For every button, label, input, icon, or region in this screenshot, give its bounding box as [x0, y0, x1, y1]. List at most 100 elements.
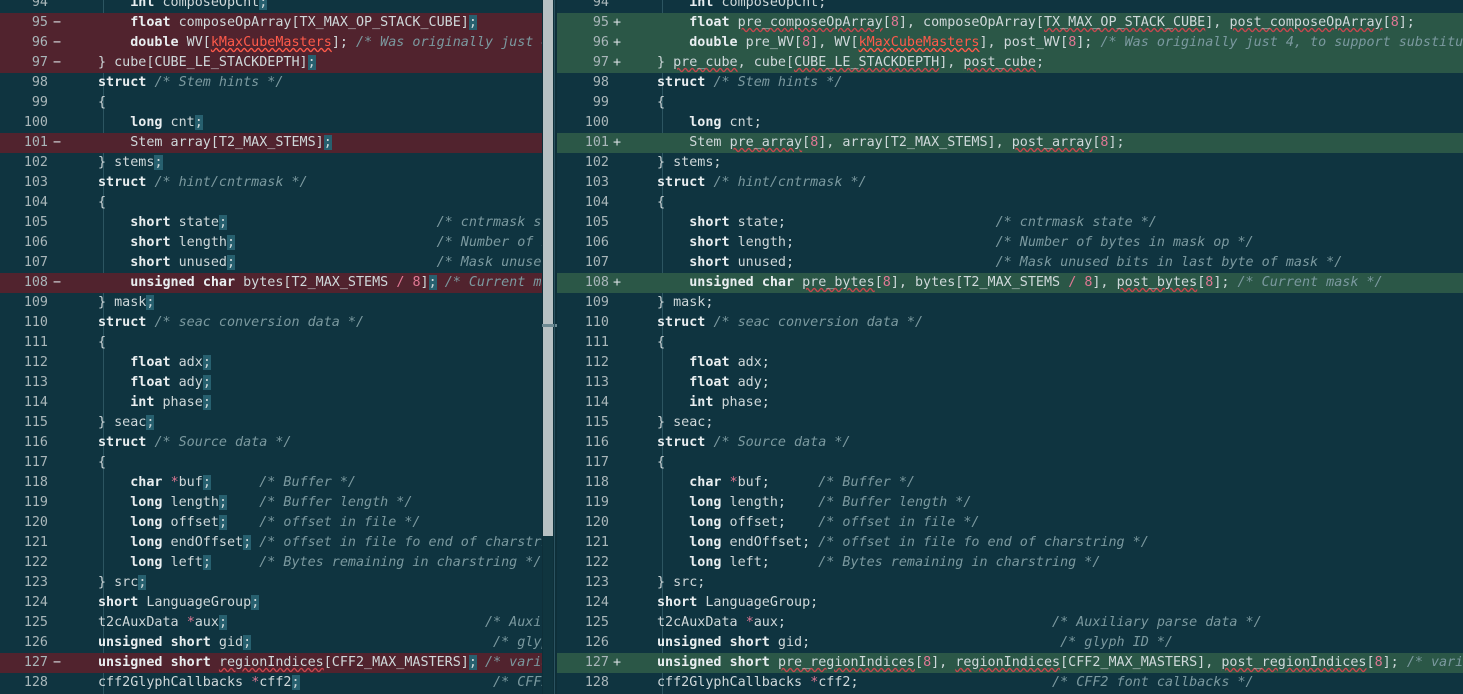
code-line[interactable]: 128 cff2GlyphCallbacks *cff2; /* CFF2 fon… [557, 673, 1463, 693]
code-text: { [657, 193, 665, 213]
code-line[interactable]: 98 struct /* Stem hints */ [557, 73, 1463, 93]
code-line[interactable]: 96 + double pre_WV[8], WV[kMaxCubeMasters… [557, 33, 1463, 53]
code-text: short LanguageGroup; [98, 593, 260, 613]
code-line[interactable]: 100 long cnt; [0, 113, 542, 133]
code-line[interactable]: 104 { [0, 193, 542, 213]
code-line[interactable]: 108 + unsigned char pre_bytes[8], bytes[T… [557, 273, 1463, 293]
code-line[interactable]: 121 long endOffset; /* offset in file fo… [0, 533, 542, 553]
code-line[interactable]: 94 int composeOpCnt; [557, 0, 1463, 13]
code-line[interactable]: 107 short unused; /* Mask unused bits in… [557, 253, 1463, 273]
code-text: float ady; [657, 373, 770, 393]
code-line[interactable]: 120 long offset; /* offset in file */ [0, 513, 542, 533]
code-token: ; [194, 115, 203, 130]
code-line[interactable]: 104 { [557, 193, 1463, 213]
code-line[interactable]: 109} mask; [0, 293, 542, 313]
code-token: /* CFF2 font callbacks */ [1052, 675, 1254, 690]
code-line[interactable]: 105 short state; /* cntrmask state */ [557, 213, 1463, 233]
code-line[interactable]: 101− Stem array[T2_MAX_STEMS]; [0, 133, 542, 153]
code-line[interactable]: 118 char *buf; /* Buffer */ [557, 473, 1463, 493]
code-token: pre_array [729, 135, 803, 150]
code-line[interactable]: 111 { [557, 333, 1463, 353]
code-text: int composeOpCnt; [657, 0, 826, 13]
code-line[interactable]: 97 +} pre_cube, cube[CUBE_LE_STACKDEPTH],… [557, 53, 1463, 73]
code-line[interactable]: 100 long cnt; [557, 113, 1463, 133]
code-token: /* glyph ID */ [1060, 635, 1173, 650]
code-line[interactable]: 116 struct /* Source data */ [557, 433, 1463, 453]
code-line[interactable]: 119 long length; /* Buffer length */ [0, 493, 542, 513]
code-token: short [170, 655, 211, 670]
code-line[interactable]: 98 struct /* Stem hints */ [0, 73, 542, 93]
code-line[interactable]: 101 + Stem pre_array[8], array[T2_MAX_STE… [557, 133, 1463, 153]
code-line[interactable]: 105 short state; /* cntrmask state */ [0, 213, 542, 233]
line-number: 104 [584, 195, 609, 210]
code-line[interactable]: 127 + unsigned short pre_regionIndices[8],… [557, 653, 1463, 673]
code-line[interactable]: 124 short LanguageGroup; [0, 593, 542, 613]
code-line[interactable]: 110 struct /* seac conversion data */ [557, 313, 1463, 333]
code-token: { [657, 455, 666, 470]
line-number: 126 [23, 635, 48, 650]
line-number: 100 [23, 115, 48, 130]
code-token: short [689, 255, 730, 270]
code-line[interactable]: 124 short LanguageGroup; [557, 593, 1463, 613]
code-line[interactable]: 126 unsigned short gid; /* glyph ID */ [557, 633, 1463, 653]
line-number: 106 [584, 235, 609, 250]
code-line[interactable]: 102} stems; [557, 153, 1463, 173]
code-line[interactable]: 127− unsigned short regionIndices[CFF2_MA… [0, 653, 542, 673]
code-line[interactable]: 122 long left; /* Bytes remaining in cha… [0, 553, 542, 573]
code-token: } src [98, 575, 139, 590]
code-line[interactable]: 102} stems; [0, 153, 542, 173]
code-line[interactable]: 97−} cube[CUBE_LE_STACKDEPTH]; [0, 53, 542, 73]
code-line[interactable]: 114 int phase; [557, 393, 1463, 413]
code-line[interactable]: 123} src; [0, 573, 542, 593]
code-line[interactable]: 122 long left; /* Bytes remaining in cha… [557, 553, 1463, 573]
code-line[interactable]: 95− float composeOpArray[TX_MAX_OP_STACK… [0, 13, 542, 33]
line-number: 119 [584, 495, 609, 510]
code-line[interactable]: 113 float ady; [557, 373, 1463, 393]
left-code-pane[interactable]: 94 int composeOpCnt; 95− float composeOpA… [0, 0, 542, 694]
code-line[interactable]: 117 { [557, 453, 1463, 473]
code-line[interactable]: 120 long offset; /* offset in file */ [557, 513, 1463, 533]
right-code-pane[interactable]: 94 int composeOpCnt; 95 + float pre_compos… [557, 0, 1463, 694]
code-line[interactable]: 114 int phase; [0, 393, 542, 413]
code-line[interactable]: 115} seac; [557, 413, 1463, 433]
code-line[interactable]: 125 t2cAuxData *aux; /* Auxiliary parse d… [557, 613, 1463, 633]
code-line[interactable]: 99 { [0, 93, 542, 113]
line-number: 102 [23, 155, 48, 170]
code-line[interactable]: 95 + float pre_composeOpArray[8], compose… [557, 13, 1463, 33]
pane-divider[interactable] [554, 0, 555, 694]
code-line[interactable]: 128 cff2GlyphCallbacks *cff2; /* CFF2 fon… [0, 673, 542, 693]
code-line[interactable]: 109} mask; [557, 293, 1463, 313]
code-line[interactable]: 108− unsigned char bytes[T2_MAX_STEMS / … [0, 273, 542, 293]
code-line[interactable]: 115} seac; [0, 413, 542, 433]
code-line[interactable]: 106 short length; /* Number of bytes in … [0, 233, 542, 253]
line-number: 100 [584, 115, 609, 130]
code-text: char *buf; /* Buffer */ [657, 473, 915, 493]
code-line[interactable]: 113 float ady; [0, 373, 542, 393]
code-token: ; [202, 375, 211, 390]
code-line[interactable]: 112 float adx; [0, 353, 542, 373]
code-line[interactable]: 116 struct /* Source data */ [0, 433, 542, 453]
code-line[interactable]: 125 t2cAuxData *aux; /* Auxiliary parse d… [0, 613, 542, 633]
removed-line-marker: − [53, 55, 62, 70]
code-line[interactable]: 99 { [557, 93, 1463, 113]
code-line[interactable]: 121 long endOffset; /* offset in file fo… [557, 533, 1463, 553]
code-line[interactable]: 103 struct /* hint/cntrmask */ [0, 173, 542, 193]
code-line[interactable]: 118 char *buf; /* Buffer */ [0, 473, 542, 493]
code-line[interactable]: 110 struct /* seac conversion data */ [0, 313, 542, 333]
left-scrollbar-thumb[interactable] [543, 0, 553, 536]
code-line[interactable]: 112 float adx; [557, 353, 1463, 373]
code-line[interactable]: 117 { [0, 453, 542, 473]
code-line[interactable]: 106 short length; /* Number of bytes in … [557, 233, 1463, 253]
code-line[interactable]: 119 long length; /* Buffer length */ [557, 493, 1463, 513]
code-line[interactable]: 107 short unused; /* Mask unused bits in… [0, 253, 542, 273]
code-line[interactable]: 103 struct /* hint/cntrmask */ [557, 173, 1463, 193]
code-line[interactable]: 123} src; [557, 573, 1463, 593]
code-line[interactable]: 111 { [0, 333, 542, 353]
code-line[interactable]: 126 unsigned short gid; /* glyph ID */ [0, 633, 542, 653]
code-line[interactable]: 94 int composeOpCnt; [0, 0, 542, 13]
code-line[interactable]: 96− double WV[kMaxCubeMasters]; /* Was o… [0, 33, 542, 53]
